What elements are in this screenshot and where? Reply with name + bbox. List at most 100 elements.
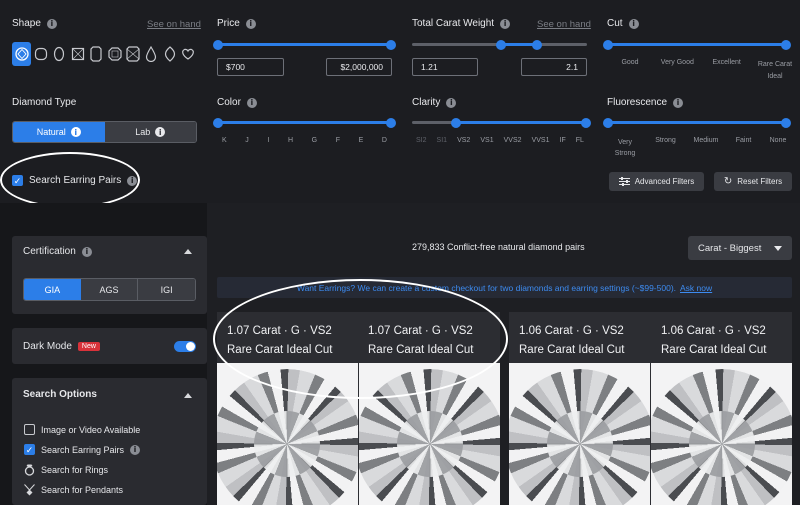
info-icon[interactable]: i	[81, 246, 92, 257]
result-card[interactable]: 1.06 Carat · G · VS2 Rare Carat Ideal Cu…	[509, 312, 792, 505]
shape-label: Shape	[12, 18, 41, 29]
search-options-title[interactable]: Search Options	[23, 389, 97, 400]
carat-see-on-hand-link[interactable]: See on hand	[537, 19, 591, 30]
color-slider-track[interactable]	[213, 117, 396, 128]
clarity-slider[interactable]	[412, 117, 591, 128]
color-tick: E	[358, 137, 364, 144]
fluorescence-tick: Very Strong	[614, 139, 636, 157]
cut-slider-min-handle[interactable]	[603, 39, 613, 50]
shape-filter-label: Shape i	[12, 18, 57, 29]
price-filter-label: Price i	[217, 18, 256, 29]
fluorescence-tick: None	[769, 137, 787, 144]
carat-slider-max-handle[interactable]	[532, 39, 542, 50]
info-icon[interactable]: i	[245, 18, 256, 29]
fluorescence-tick: Strong	[655, 137, 676, 144]
info-icon[interactable]: i	[446, 97, 457, 108]
dark-mode-label: Dark Mode	[23, 340, 72, 352]
fluorescence-label: Fluorescence	[607, 97, 668, 108]
price-max-input[interactable]: $2,000,000	[326, 58, 392, 76]
info-icon[interactable]: i	[500, 18, 511, 29]
cut-slider-track[interactable]	[603, 39, 791, 50]
ask-now-link[interactable]: Ask now	[680, 283, 712, 293]
sort-dropdown[interactable]: Carat - Biggest	[688, 236, 792, 260]
carat-max-input[interactable]: 2.1	[521, 58, 587, 76]
reset-icon: ↻	[723, 176, 733, 187]
clarity-slider-max-handle[interactable]	[581, 117, 591, 128]
clarity-slider-min-handle[interactable]	[451, 117, 461, 128]
sort-value: Carat - Biggest	[698, 242, 762, 254]
toggle-knob	[186, 341, 195, 351]
diamond-type-natural-button[interactable]: Natural i	[13, 122, 105, 142]
color-tick: D	[381, 137, 387, 144]
info-icon[interactable]: i	[130, 444, 141, 455]
option-rings[interactable]: Search for Rings	[24, 464, 108, 476]
right-diamond-info: 1.06 Carat · G · VS2 Rare Carat Ideal Cu…	[661, 322, 766, 360]
certification-header[interactable]: Certification i	[23, 246, 92, 257]
fluorescence-slider-track[interactable]	[603, 117, 791, 128]
collapse-icon[interactable]	[184, 249, 192, 254]
sliders-icon	[618, 177, 630, 186]
diamond-type-toggle: Natural i Lab i	[12, 121, 197, 143]
option-earring-pairs[interactable]: ✓ Search Earring Pairs i	[24, 444, 141, 455]
radiant-shape-icon[interactable]	[124, 46, 141, 62]
info-icon[interactable]: i	[155, 127, 166, 137]
info-icon[interactable]: i	[246, 97, 257, 108]
carat-slider[interactable]	[412, 39, 587, 50]
cut-tick: Very Good	[660, 59, 694, 66]
shape-see-on-hand-link[interactable]: See on hand	[147, 19, 201, 30]
diamond-specs: 1.06 Carat · G · VS2	[661, 325, 766, 337]
diamond-type-lab-button[interactable]: Lab i	[104, 122, 196, 142]
pear-shape-icon[interactable]	[143, 46, 160, 62]
color-slider-max-handle[interactable]	[386, 117, 396, 128]
info-icon[interactable]: i	[628, 18, 639, 29]
diamond-specs: 1.06 Carat · G · VS2	[519, 325, 624, 337]
price-label: Price	[217, 18, 240, 29]
option-label: Search Earring Pairs	[41, 444, 125, 455]
reset-filters-button[interactable]: ↻ Reset Filters	[714, 172, 792, 191]
clarity-label: Clarity	[412, 97, 441, 108]
clarity-tick: VVS2	[503, 137, 522, 144]
cert-gia-button[interactable]: GIA	[24, 279, 81, 300]
advanced-filters-button[interactable]: Advanced Filters	[609, 172, 704, 191]
cut-slider-max-handle[interactable]	[781, 39, 791, 50]
fluorescence-tick: Medium	[693, 137, 719, 144]
price-min-input[interactable]: $700	[217, 58, 284, 76]
cert-igi-button[interactable]: IGI	[138, 279, 195, 300]
diamond-image	[509, 363, 650, 505]
asscher-shape-icon[interactable]	[106, 47, 123, 61]
carat-min-input[interactable]: 1.21	[412, 58, 478, 76]
option-image-video[interactable]: Image or Video Available	[24, 424, 140, 435]
price-slider-track[interactable]	[213, 39, 396, 50]
info-icon[interactable]: i	[673, 97, 684, 108]
princess-shape-icon[interactable]	[69, 47, 86, 61]
emerald-shape-icon[interactable]	[88, 46, 105, 62]
color-slider-min-handle[interactable]	[213, 117, 223, 128]
info-icon[interactable]: i	[70, 127, 81, 137]
dark-mode-toggle[interactable]	[174, 340, 196, 352]
clarity-tick: VS2	[457, 137, 471, 144]
clarity-tick: SI2	[416, 137, 427, 144]
marquise-shape-icon[interactable]	[161, 46, 178, 62]
price-slider-min-handle[interactable]	[213, 39, 223, 50]
cert-ags-button[interactable]: AGS	[80, 279, 139, 300]
price-slider-max-handle[interactable]	[386, 39, 396, 50]
color-label: Color	[217, 97, 241, 108]
color-tick: K	[222, 137, 227, 144]
fluorescence-slider-max-handle[interactable]	[781, 117, 791, 128]
fluorescence-slider-min-handle[interactable]	[603, 117, 613, 128]
image-video-checkbox[interactable]	[24, 424, 35, 435]
option-pendants[interactable]: Search for Pendants	[24, 484, 123, 496]
heart-shape-icon[interactable]	[180, 47, 197, 61]
round-shape-icon[interactable]	[12, 42, 32, 66]
oval-shape-icon[interactable]	[51, 46, 68, 62]
info-icon[interactable]: i	[46, 18, 57, 29]
earring-pairs-sidebar-checkbox[interactable]: ✓	[24, 444, 35, 455]
cushion-shape-icon[interactable]	[32, 47, 49, 61]
chevron-down-icon	[774, 245, 782, 251]
collapse-icon[interactable]	[184, 393, 192, 398]
pendant-icon	[24, 484, 35, 496]
cut-ticks: Good Very Good Excellent Rare Carat Idea…	[612, 59, 796, 83]
fluorescence-ticks: Very Strong Strong Medium Faint None	[607, 137, 793, 159]
ring-icon	[24, 464, 35, 476]
carat-slider-min-handle[interactable]	[496, 39, 506, 50]
